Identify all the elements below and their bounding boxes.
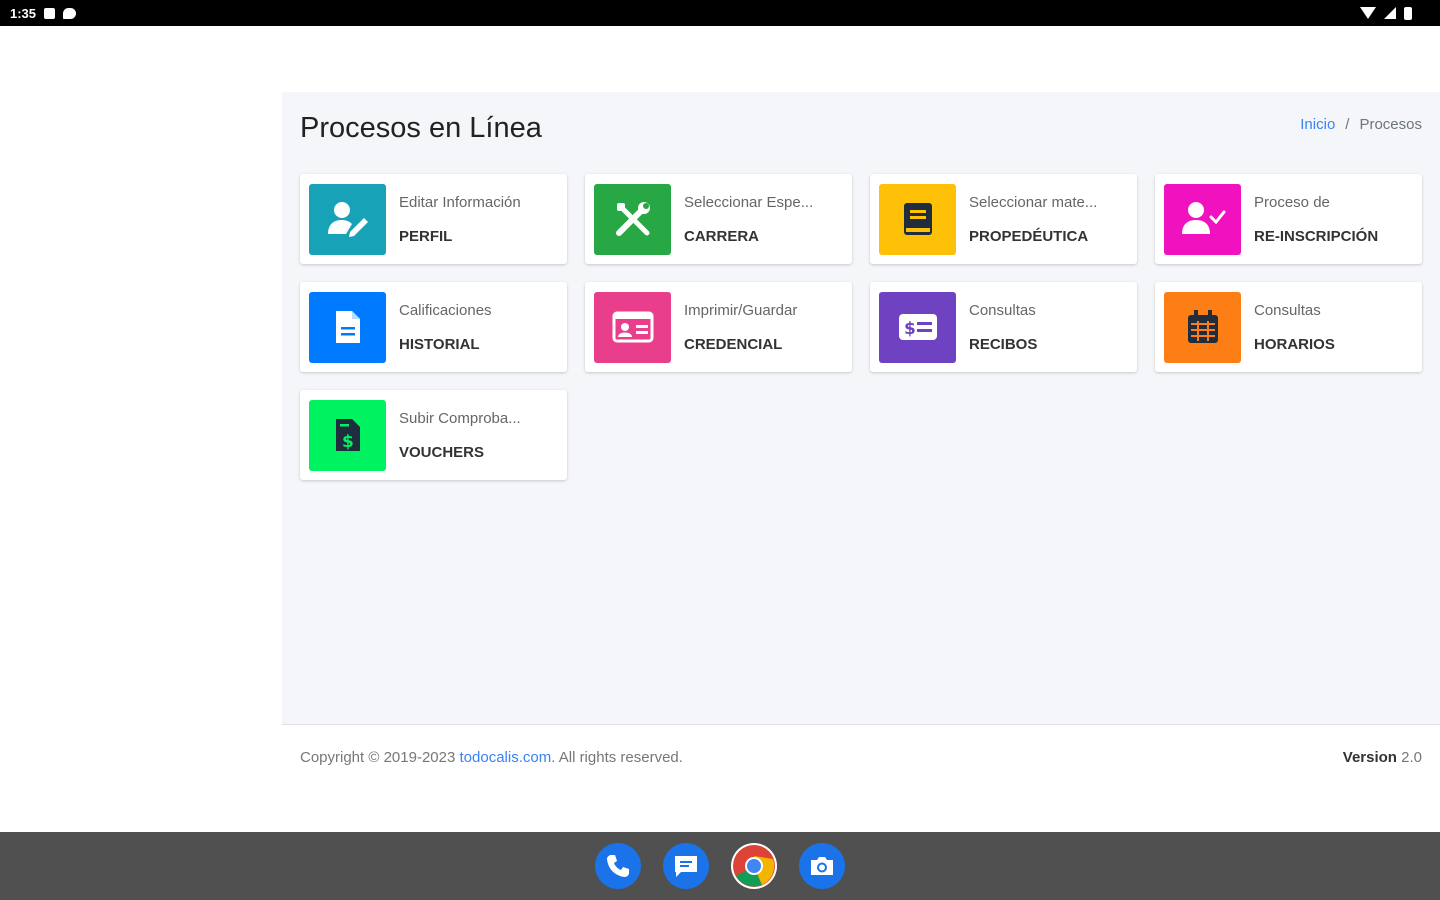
card-perfil[interactable]: Editar Información PERFIL bbox=[300, 174, 567, 264]
chrome-icon[interactable] bbox=[731, 843, 777, 889]
copyright-prefix: Copyright © 2019-2023 bbox=[300, 749, 456, 766]
copyright-suffix: . All rights reserved. bbox=[551, 749, 683, 766]
card-vouchers[interactable]: $ Subir Comproba... VOUCHERS bbox=[300, 390, 567, 480]
breadcrumb-current: Procesos bbox=[1359, 116, 1422, 133]
money-bill-icon: $ bbox=[879, 291, 956, 363]
app-dock bbox=[0, 832, 1440, 900]
breadcrumb: Inicio / Procesos bbox=[1300, 116, 1422, 133]
card-title: RE-INSCRIPCIÓN bbox=[1254, 227, 1379, 245]
card-propedeutica[interactable]: Seleccionar mate... PROPEDÉUTICA bbox=[870, 174, 1137, 264]
footer-version: Version 2.0 bbox=[1343, 749, 1422, 766]
card-subtitle: Calificaciones bbox=[399, 301, 492, 319]
battery-icon bbox=[1404, 6, 1412, 20]
svg-text:$: $ bbox=[342, 432, 354, 452]
user-check-icon bbox=[1164, 183, 1241, 255]
file-icon bbox=[309, 291, 386, 363]
notification-icon bbox=[44, 7, 56, 19]
version-value: 2.0 bbox=[1401, 749, 1422, 766]
phone-icon[interactable] bbox=[595, 843, 641, 889]
status-bar: 1:35 bbox=[0, 0, 1440, 26]
footer-site-link[interactable]: todocalis.com bbox=[460, 749, 552, 766]
version-label: Version bbox=[1342, 749, 1397, 766]
signal-icon bbox=[1384, 7, 1396, 19]
card-title: PERFIL bbox=[399, 227, 453, 245]
calendar-icon bbox=[1164, 291, 1241, 363]
camera-icon[interactable] bbox=[799, 843, 845, 889]
card-subtitle: Consultas bbox=[969, 301, 1036, 319]
card-reinscripcion[interactable]: Proceso de RE-INSCRIPCIÓN bbox=[1155, 174, 1422, 264]
card-horarios[interactable]: Consultas HORARIOS bbox=[1155, 282, 1422, 372]
card-subtitle: Subir Comproba... bbox=[399, 409, 521, 427]
chat-notification-icon bbox=[63, 7, 77, 19]
footer-divider bbox=[282, 724, 1440, 725]
card-title: RECIBOS bbox=[969, 335, 1038, 353]
card-subtitle: Imprimir/Guardar bbox=[684, 301, 798, 319]
card-title: CARRERA bbox=[684, 227, 759, 245]
card-subtitle: Editar Información bbox=[399, 193, 521, 211]
book-icon bbox=[879, 183, 956, 255]
process-grid: Editar Información PERFIL Seleccionar Es… bbox=[300, 174, 1422, 480]
tools-icon bbox=[594, 183, 671, 255]
card-subtitle: Proceso de bbox=[1254, 193, 1330, 211]
breadcrumb-home-link[interactable]: Inicio bbox=[1300, 116, 1335, 133]
card-title: CREDENCIAL bbox=[684, 335, 783, 353]
user-edit-icon bbox=[309, 183, 386, 255]
messages-icon[interactable] bbox=[663, 843, 709, 889]
card-historial[interactable]: Calificaciones HISTORIAL bbox=[300, 282, 567, 372]
card-subtitle: Consultas bbox=[1254, 301, 1321, 319]
file-invoice-dollar-icon: $ bbox=[309, 399, 386, 471]
footer-copyright: Copyright © 2019-2023 todocalis.com. All… bbox=[300, 749, 683, 766]
card-title: HISTORIAL bbox=[399, 335, 480, 353]
card-carrera[interactable]: Seleccionar Espe... CARRERA bbox=[585, 174, 852, 264]
card-title: VOUCHERS bbox=[399, 443, 485, 461]
card-recibos[interactable]: $ Consultas RECIBOS bbox=[870, 282, 1137, 372]
status-time: 1:35 bbox=[10, 5, 37, 21]
svg-text:$: $ bbox=[904, 319, 916, 339]
id-card-icon bbox=[594, 291, 671, 363]
card-title: HORARIOS bbox=[1254, 335, 1335, 353]
card-credencial[interactable]: Imprimir/Guardar CREDENCIAL bbox=[585, 282, 852, 372]
content-area: Procesos en Línea Inicio / Procesos Edit… bbox=[282, 92, 1440, 724]
page-title: Procesos en Línea bbox=[300, 112, 542, 144]
card-subtitle: Seleccionar Espe... bbox=[684, 193, 814, 211]
card-subtitle: Seleccionar mate... bbox=[969, 193, 1098, 211]
card-title: PROPEDÉUTICA bbox=[969, 227, 1089, 245]
wifi-icon bbox=[1360, 7, 1376, 19]
breadcrumb-separator: / bbox=[1345, 116, 1350, 133]
